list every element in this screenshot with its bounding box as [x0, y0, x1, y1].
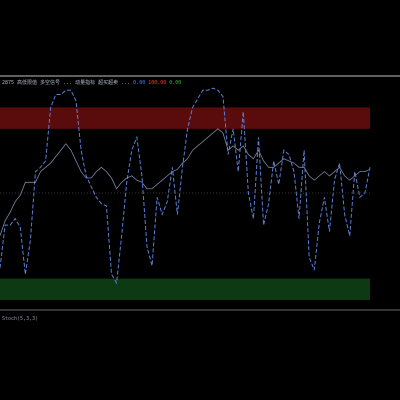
footer-label: Stoch(5,3,3) [2, 316, 38, 322]
oversold-zone [0, 278, 370, 300]
header-segment: 2875 高低限值 多空信号 ... 动量指标 超买超卖 ... [2, 79, 130, 86]
header-segment: 100.00 [148, 80, 166, 86]
chart-window: 2875 高低限值 多空信号 ... 动量指标 超买超卖 ... 0.00 100.… [0, 0, 400, 400]
indicator-header: 2875 高低限值 多空信号 ... 动量指标 超买超卖 ... 0.00 100.… [2, 79, 181, 86]
header-segment: 0.00 [133, 80, 145, 86]
header-segment: 0.00 [169, 80, 181, 86]
overbought-zone [0, 107, 370, 129]
stochastic-chart: 2875 高低限值 多空信号 ... 动量指标 超买超卖 ... 0.00 100.… [0, 75, 400, 322]
